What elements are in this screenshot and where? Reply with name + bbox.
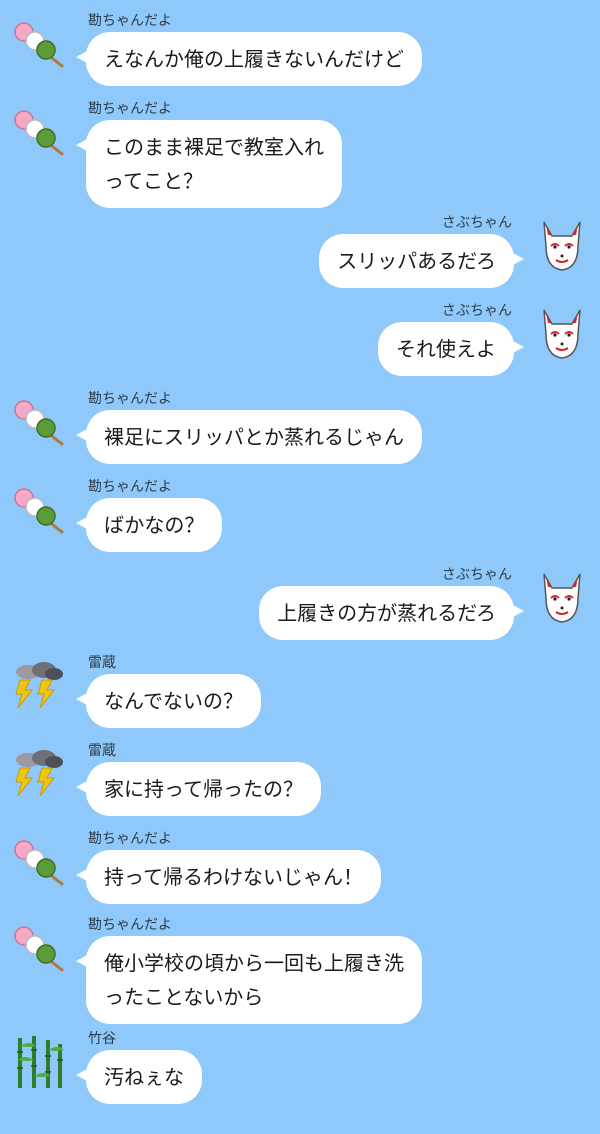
bamboo-icon[interactable] (10, 1034, 66, 1090)
sender-name: 雷蔵 (88, 743, 116, 759)
message-text-line: 上履きの方が蒸れるだろ (277, 601, 496, 625)
message-bubble[interactable]: 上履きの方が蒸れるだろ (259, 586, 524, 640)
message-bubble[interactable]: 俺小学校の頃から一回も上履き洗 ったことないから (76, 936, 422, 1024)
message-bubble[interactable]: それ使えよ (378, 322, 524, 376)
bubble-tail (511, 604, 524, 618)
sender-name: さぶちゃん (441, 303, 512, 319)
message-bubble[interactable]: このまま裸足で教室入れ ってこと？ (76, 120, 342, 208)
bubble-tail (76, 868, 89, 882)
bubble-tail (76, 954, 89, 968)
message-bubble[interactable]: 家に持って帰ったの？ (76, 762, 321, 816)
dango-icon[interactable] (10, 482, 66, 538)
message-bubble[interactable]: ばかなの？ (76, 498, 223, 552)
bubble-tail (76, 1068, 89, 1082)
message-text-line: 裸足にスリッパとか蒸れるじゃん (104, 425, 404, 449)
sender-name: 雷蔵 (88, 655, 116, 671)
dango-icon[interactable] (10, 104, 66, 160)
fox-mask-icon[interactable] (534, 304, 590, 360)
sender-name: 勘ちゃんだよ (88, 917, 172, 933)
message-text-line: なんでないの？ (104, 689, 243, 713)
message-bubble[interactable]: 裸足にスリッパとか蒸れるじゃん (76, 410, 422, 464)
fox-mask-icon[interactable] (534, 568, 590, 624)
sender-name: さぶちゃん (441, 215, 512, 231)
bubble-tail (511, 340, 524, 354)
message-bubble[interactable]: なんでないの？ (76, 674, 261, 728)
sender-name: 勘ちゃんだよ (88, 13, 172, 29)
message-text-line: 家に持って帰ったの？ (104, 777, 303, 801)
message-text-line: 持って帰るわけないじゃん！ (104, 865, 363, 889)
dango-icon[interactable] (10, 16, 66, 72)
message-text-line: それ使えよ (396, 337, 496, 361)
fox-mask-icon[interactable] (534, 216, 590, 272)
sender-name: 竹谷 (88, 1031, 116, 1047)
message-bubble[interactable]: えなんか俺の上履きないんだけど (76, 32, 422, 86)
sender-name: 勘ちゃんだよ (88, 479, 172, 495)
message-bubble[interactable]: スリッパあるだろ (319, 234, 524, 288)
message-text-line: ってこと？ (104, 169, 203, 193)
sender-name: 勘ちゃんだよ (88, 391, 172, 407)
message-bubble[interactable]: 汚ねぇな (76, 1050, 202, 1104)
message-text-line: 俺小学校の頃から一回も上履き洗 (104, 951, 404, 975)
thunder-cloud-icon[interactable] (10, 746, 66, 802)
message-bubble[interactable]: 持って帰るわけないじゃん！ (76, 850, 381, 904)
bubble-tail (76, 692, 89, 706)
bubble-tail (76, 428, 89, 442)
message-text-line: ばかなの？ (104, 513, 205, 537)
message-text-line: ったことないから (104, 985, 264, 1009)
dango-icon[interactable] (10, 834, 66, 890)
bubble-tail (76, 50, 89, 64)
message-text-line: スリッパあるだろ (337, 249, 496, 273)
sender-name: さぶちゃん (441, 567, 512, 583)
bubble-tail (76, 138, 89, 152)
sender-name: 勘ちゃんだよ (88, 101, 172, 117)
thunder-cloud-icon[interactable] (10, 658, 66, 714)
bubble-tail (76, 780, 89, 794)
bubble-tail (76, 516, 89, 530)
sender-name: 勘ちゃんだよ (88, 831, 172, 847)
dango-icon[interactable] (10, 394, 66, 450)
message-text-line: 汚ねぇな (104, 1065, 184, 1089)
message-text-line: えなんか俺の上履きないんだけど (104, 47, 404, 71)
bubble-tail (511, 252, 524, 266)
message-text-line: このまま裸足で教室入れ (104, 135, 324, 159)
dango-icon[interactable] (10, 920, 66, 976)
